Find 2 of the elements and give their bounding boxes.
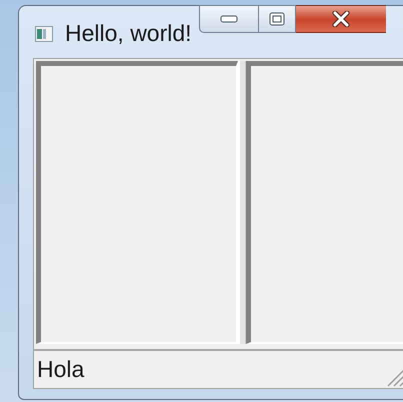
status-text: Hola <box>37 355 84 384</box>
window-title: Hello, world! <box>65 22 192 45</box>
